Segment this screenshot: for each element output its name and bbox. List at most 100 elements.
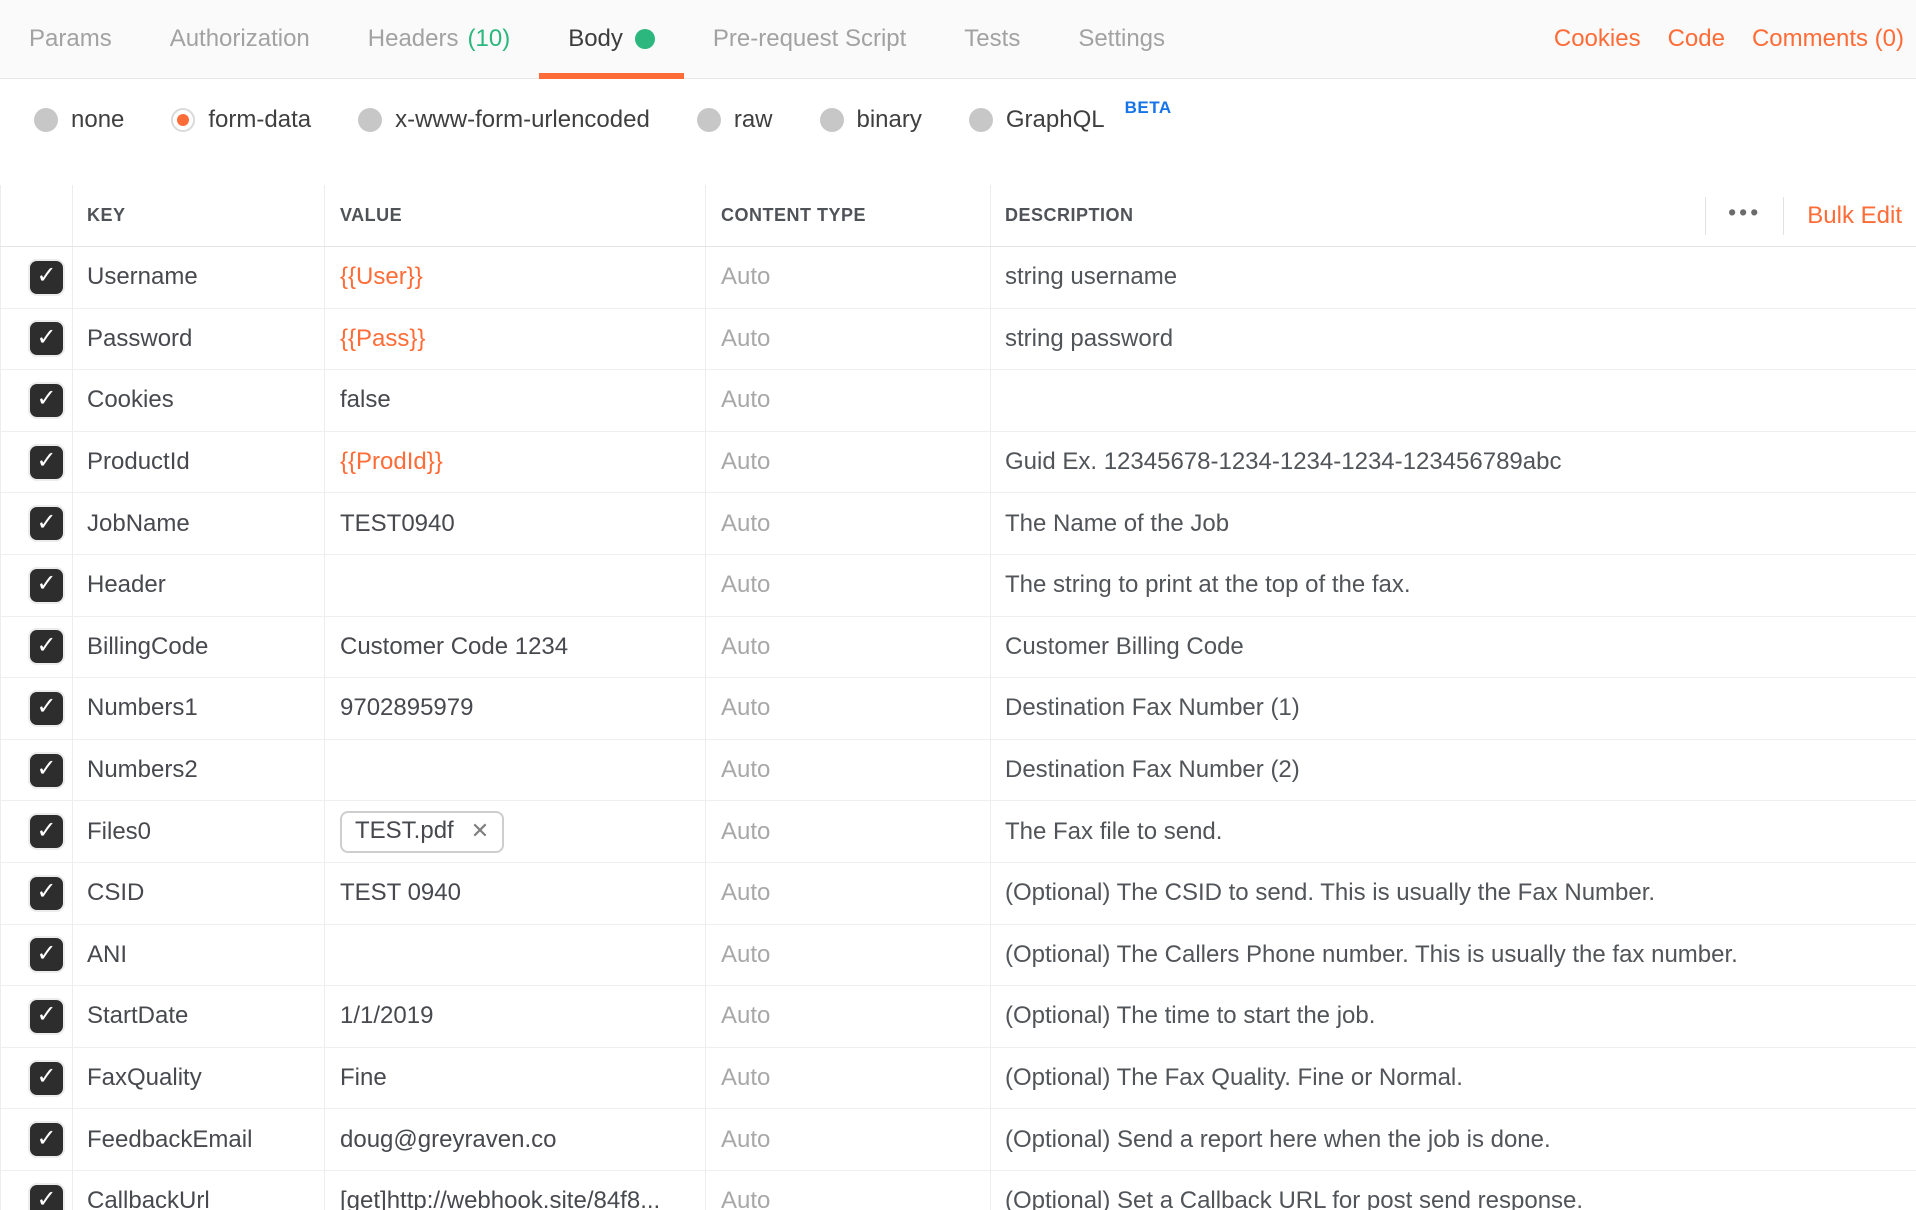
description-field[interactable]: string username (991, 247, 1916, 308)
key-field[interactable]: StartDate (73, 986, 325, 1047)
radio-icon[interactable] (820, 108, 844, 132)
value-field[interactable] (325, 740, 706, 801)
description-field[interactable]: The Name of the Job (991, 493, 1916, 554)
content-type-field[interactable]: Auto (706, 1171, 991, 1210)
tab-pre-request-script[interactable]: Pre-request Script (684, 0, 935, 78)
content-type-field[interactable]: Auto (706, 678, 991, 739)
content-type-field[interactable]: Auto (706, 1048, 991, 1109)
row-checkbox-checked[interactable]: ✓ (30, 569, 63, 602)
row-checkbox-checked[interactable]: ✓ (30, 1185, 63, 1210)
key-field[interactable]: CallbackUrl (73, 1171, 325, 1210)
tab-params[interactable]: Params (0, 0, 141, 78)
value-field[interactable]: {{Pass}} (325, 309, 706, 370)
row-checkbox-checked[interactable]: ✓ (30, 692, 63, 725)
body-mode-none[interactable]: none (34, 106, 124, 134)
row-checkbox-checked[interactable]: ✓ (30, 815, 63, 848)
description-field[interactable]: (Optional) The time to start the job. (991, 986, 1916, 1047)
body-mode-graphql[interactable]: GraphQLBETA (969, 106, 1172, 134)
value-field[interactable]: 9702895979 (325, 678, 706, 739)
row-checkbox-checked[interactable]: ✓ (30, 322, 63, 355)
value-field[interactable] (325, 555, 706, 616)
key-field[interactable]: ProductId (73, 432, 325, 493)
value-field[interactable]: false (325, 370, 706, 431)
content-type-field[interactable]: Auto (706, 740, 991, 801)
comments-0-link[interactable]: Comments (0) (1752, 25, 1904, 53)
description-field[interactable]: The Fax file to send. (991, 801, 1916, 862)
description-field[interactable]: (Optional) The Fax Quality. Fine or Norm… (991, 1048, 1916, 1109)
content-type-field[interactable]: Auto (706, 925, 991, 986)
row-checkbox-checked[interactable]: ✓ (30, 938, 63, 971)
description-field[interactable]: (Optional) The Callers Phone number. Thi… (991, 925, 1916, 986)
content-type-field[interactable]: Auto (706, 247, 991, 308)
value-field[interactable]: TEST.pdf✕ (325, 801, 706, 862)
key-field[interactable]: Files0 (73, 801, 325, 862)
tab-settings[interactable]: Settings (1049, 0, 1194, 78)
key-field[interactable]: Numbers1 (73, 678, 325, 739)
value-field[interactable]: TEST 0940 (325, 863, 706, 924)
row-checkbox-checked[interactable]: ✓ (30, 384, 63, 417)
description-field[interactable]: Customer Billing Code (991, 617, 1916, 678)
key-field[interactable]: FaxQuality (73, 1048, 325, 1109)
radio-icon[interactable] (969, 108, 993, 132)
description-field[interactable]: Guid Ex. 12345678-1234-1234-1234-1234567… (991, 432, 1916, 493)
value-field[interactable] (325, 925, 706, 986)
description-field[interactable]: (Optional) The CSID to send. This is usu… (991, 863, 1916, 924)
value-field[interactable]: 1/1/2019 (325, 986, 706, 1047)
file-chip[interactable]: TEST.pdf✕ (340, 811, 504, 853)
cookies-link[interactable]: Cookies (1554, 25, 1641, 53)
tab-body[interactable]: Body (539, 0, 684, 78)
row-checkbox-checked[interactable]: ✓ (30, 1000, 63, 1033)
radio-icon[interactable] (697, 108, 721, 132)
description-field[interactable]: Destination Fax Number (1) (991, 678, 1916, 739)
remove-file-icon[interactable]: ✕ (471, 820, 489, 842)
description-field[interactable]: Destination Fax Number (2) (991, 740, 1916, 801)
row-checkbox-checked[interactable]: ✓ (30, 507, 63, 540)
row-checkbox-checked[interactable]: ✓ (30, 446, 63, 479)
content-type-field[interactable]: Auto (706, 309, 991, 370)
description-field[interactable]: (Optional) Send a report here when the j… (991, 1109, 1916, 1170)
row-checkbox-checked[interactable]: ✓ (30, 630, 63, 663)
description-field[interactable]: The string to print at the top of the fa… (991, 555, 1916, 616)
value-field[interactable]: Customer Code 1234 (325, 617, 706, 678)
content-type-field[interactable]: Auto (706, 370, 991, 431)
description-field[interactable]: (Optional) Set a Callback URL for post s… (991, 1171, 1916, 1210)
key-field[interactable]: BillingCode (73, 617, 325, 678)
value-field[interactable]: TEST0940 (325, 493, 706, 554)
row-checkbox-checked[interactable]: ✓ (30, 261, 63, 294)
row-checkbox-checked[interactable]: ✓ (30, 1062, 63, 1095)
content-type-field[interactable]: Auto (706, 1109, 991, 1170)
radio-icon[interactable] (358, 108, 382, 132)
key-field[interactable]: ANI (73, 925, 325, 986)
content-type-field[interactable]: Auto (706, 986, 991, 1047)
body-mode-raw[interactable]: raw (697, 106, 773, 134)
content-type-field[interactable]: Auto (706, 432, 991, 493)
key-field[interactable]: Header (73, 555, 325, 616)
bulk-edit-button[interactable]: Bulk Edit (1784, 202, 1916, 230)
value-field[interactable]: Fine (325, 1048, 706, 1109)
body-mode-x-www-form-urlencoded[interactable]: x-www-form-urlencoded (358, 106, 650, 134)
value-field[interactable]: {{ProdId}} (325, 432, 706, 493)
description-field[interactable]: string password (991, 309, 1916, 370)
radio-selected-icon[interactable] (171, 108, 195, 132)
value-field[interactable]: doug@greyraven.co (325, 1109, 706, 1170)
body-mode-form-data[interactable]: form-data (171, 106, 311, 134)
key-field[interactable]: JobName (73, 493, 325, 554)
key-field[interactable]: CSID (73, 863, 325, 924)
row-checkbox-checked[interactable]: ✓ (30, 1123, 63, 1156)
radio-icon[interactable] (34, 108, 58, 132)
more-options-icon[interactable]: ••• (1706, 201, 1783, 224)
key-field[interactable]: Password (73, 309, 325, 370)
tab-headers[interactable]: Headers(10) (339, 0, 539, 78)
code-link[interactable]: Code (1668, 25, 1725, 53)
value-field[interactable]: [get]http://webhook.site/84f8... (325, 1171, 706, 1210)
content-type-field[interactable]: Auto (706, 801, 991, 862)
key-field[interactable]: Cookies (73, 370, 325, 431)
description-field[interactable] (991, 370, 1916, 431)
content-type-field[interactable]: Auto (706, 493, 991, 554)
tab-authorization[interactable]: Authorization (141, 0, 339, 78)
row-checkbox-checked[interactable]: ✓ (30, 877, 63, 910)
content-type-field[interactable]: Auto (706, 555, 991, 616)
row-checkbox-checked[interactable]: ✓ (30, 754, 63, 787)
content-type-field[interactable]: Auto (706, 617, 991, 678)
key-field[interactable]: Username (73, 247, 325, 308)
